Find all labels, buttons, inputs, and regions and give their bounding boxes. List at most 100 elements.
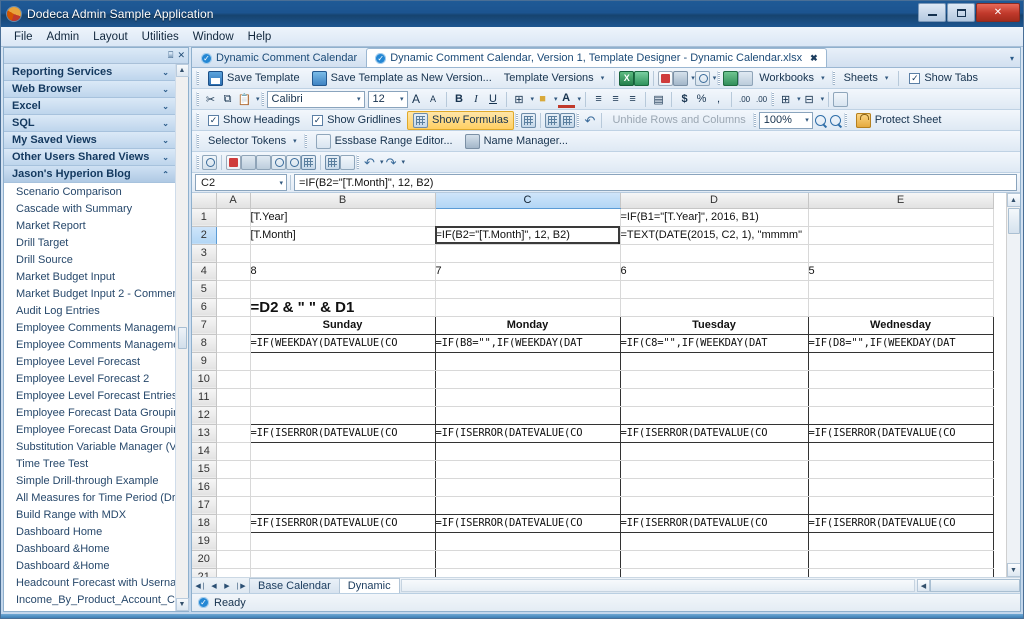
cell-A20[interactable] — [216, 550, 251, 569]
sidebar-item[interactable]: All Measures for Time Period (Drill Tar.… — [4, 489, 175, 506]
sidebar-item[interactable]: Employee Comments Management — [4, 336, 175, 353]
sidebar-item[interactable]: Employee Comments Management (E.. — [4, 319, 175, 336]
delete-caret-icon[interactable]: ▾ — [821, 95, 825, 103]
export-excel-icon[interactable]: X — [619, 70, 635, 86]
cell-C8[interactable]: =IF(B8="",IF(WEEKDAY(DAT — [435, 334, 621, 353]
name-box[interactable]: C2 ▾ — [195, 174, 287, 191]
undo-icon[interactable] — [582, 113, 597, 128]
previous-sheet-icon[interactable]: ◀ — [208, 580, 220, 592]
row-header-10[interactable]: 10 — [192, 370, 217, 389]
bold-button[interactable]: B — [451, 91, 468, 108]
sidebar-item[interactable]: Simple Drill-through Example — [4, 472, 175, 489]
menu-file[interactable]: File — [7, 29, 40, 45]
freeze-panes-icon[interactable] — [521, 112, 537, 128]
cell-D17[interactable] — [620, 496, 809, 515]
toolbar-grip[interactable] — [831, 71, 835, 85]
borders-icon[interactable]: ⊞ — [511, 91, 528, 108]
menu-window[interactable]: Window — [186, 29, 241, 45]
redo-icon[interactable] — [384, 155, 399, 170]
cell-C4[interactable]: 7 — [435, 262, 621, 281]
undo-icon[interactable] — [362, 155, 377, 170]
row-header-11[interactable]: 11 — [192, 388, 217, 407]
row-header-3[interactable]: 3 — [192, 244, 217, 263]
cell-E1[interactable] — [808, 208, 994, 227]
unhide-rows-and-columns-button[interactable]: Unhide Rows and Columns — [606, 111, 751, 130]
cell-D4[interactable]: 6 — [620, 262, 809, 281]
sidebar-item[interactable]: Income_By_Product_Account_Cascade — [4, 591, 175, 608]
column-header-d[interactable]: D — [620, 193, 809, 209]
underline-button[interactable]: U — [485, 91, 502, 108]
row-header-15[interactable]: 15 — [192, 460, 217, 479]
member-selection-icon[interactable] — [325, 154, 340, 170]
cut-icon[interactable]: ✂ — [202, 91, 219, 108]
cell-D5[interactable] — [620, 280, 809, 299]
row-header-19[interactable]: 19 — [192, 532, 217, 551]
cell-B9[interactable] — [249, 352, 436, 371]
paste-caret-icon[interactable]: ▾ — [256, 95, 260, 103]
sheets-dropdown[interactable]: Sheets ▾ — [838, 69, 895, 88]
cell-C17[interactable] — [435, 496, 621, 515]
drill-through-icon[interactable] — [340, 154, 355, 170]
cell-E13[interactable]: =IF(ISERROR(DATEVALUE(CO — [808, 424, 994, 443]
cell-D21[interactable] — [620, 568, 809, 577]
sidebar-item[interactable]: Dashboard &Home — [4, 557, 175, 574]
cell-E10[interactable] — [808, 370, 994, 389]
remove-only-icon[interactable] — [286, 154, 301, 170]
document-tab-template-designer[interactable]: ✓ Dynamic Comment Calendar, Version 1, T… — [366, 48, 827, 67]
cell-C3[interactable] — [435, 244, 621, 263]
cell-A16[interactable] — [216, 478, 251, 497]
sidebar-item[interactable]: Market Report — [4, 217, 175, 234]
next-sheet-icon[interactable]: ▶ — [221, 580, 233, 592]
cell-E12[interactable] — [808, 406, 994, 425]
cell-B8[interactable]: =IF(WEEKDAY(DATEVALUE(CO — [249, 334, 436, 353]
sidebar-scroll-thumb[interactable] — [177, 326, 187, 349]
cell-C1[interactable] — [435, 208, 621, 227]
cell-B6[interactable]: =D2 & " " & D1 — [249, 297, 436, 317]
comma-format-button[interactable]: , — [710, 91, 727, 108]
document-tab-dynamic-comment-calendar[interactable]: ✓ Dynamic Comment Calendar — [192, 48, 366, 67]
cell-D1[interactable]: =IF(B1="[T.Year]", 2016, B1) — [620, 208, 809, 227]
toolbar-grip[interactable] — [843, 113, 847, 127]
cell-A1[interactable] — [216, 208, 251, 227]
row-header-6[interactable]: 6 — [192, 298, 217, 317]
cell-C9[interactable] — [435, 352, 621, 371]
horizontal-scrollbar[interactable]: ◀ — [917, 579, 1020, 592]
cell-E3[interactable] — [808, 244, 994, 263]
sidebar-item[interactable]: Employee Level Forecast — [4, 353, 175, 370]
percent-format-button[interactable]: % — [693, 91, 710, 108]
cell-B3[interactable] — [250, 244, 436, 263]
show-headings-checkbox[interactable]: ✓ Show Headings — [202, 114, 306, 126]
cell-C16[interactable] — [435, 478, 621, 497]
cell-A17[interactable] — [216, 496, 251, 515]
sidebar-group-my-saved-views[interactable]: My Saved Views ⌄ — [4, 132, 175, 149]
import-excel-icon[interactable] — [634, 70, 650, 86]
cell-E21[interactable] — [808, 568, 994, 577]
menu-utilities[interactable]: Utilities — [135, 29, 186, 45]
name-manager-button[interactable]: Name Manager... — [459, 132, 574, 151]
cell-C6[interactable] — [435, 297, 621, 317]
cell-A18[interactable] — [216, 514, 251, 533]
cell-D10[interactable] — [620, 370, 809, 389]
cell-D3[interactable] — [620, 244, 809, 263]
row-header-20[interactable]: 20 — [192, 550, 217, 569]
cell-C20[interactable] — [435, 550, 621, 569]
cell-E9[interactable] — [808, 352, 994, 371]
pivot-icon[interactable] — [301, 154, 316, 170]
cell-A13[interactable] — [216, 424, 251, 443]
vertical-scroll-thumb[interactable] — [1007, 208, 1020, 234]
cell-E11[interactable] — [808, 388, 994, 407]
cell-E5[interactable] — [808, 280, 994, 299]
column-header-e[interactable]: E — [808, 193, 994, 209]
toolbar-grip[interactable] — [196, 92, 199, 106]
cell-E18[interactable]: =IF(ISERROR(DATEVALUE(CO — [808, 514, 994, 533]
menu-admin[interactable]: Admin — [40, 29, 87, 45]
zoom-in-icon[interactable] — [813, 113, 828, 128]
cell-D6[interactable] — [620, 297, 809, 317]
sidebar-scroll-track-lower[interactable] — [176, 349, 188, 599]
row-header-12[interactable]: 12 — [192, 406, 217, 425]
cell-E2[interactable] — [808, 226, 994, 245]
row-header-17[interactable]: 17 — [192, 496, 217, 515]
cell-A11[interactable] — [216, 388, 251, 407]
cell-A12[interactable] — [216, 406, 251, 425]
cell-A4[interactable] — [216, 262, 251, 281]
